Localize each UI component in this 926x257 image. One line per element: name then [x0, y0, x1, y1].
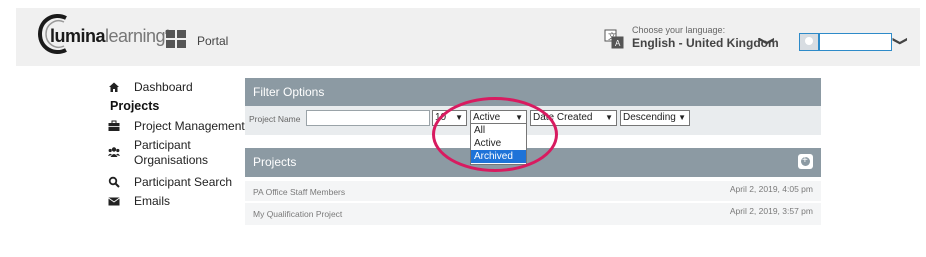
- avatar[interactable]: [799, 33, 819, 51]
- project-name-input[interactable]: [306, 110, 430, 126]
- project-name[interactable]: PA Office Staff Members: [253, 187, 345, 197]
- language-caption: Choose your language:: [632, 25, 726, 35]
- sidebar-item-label: Participant Search: [134, 175, 233, 189]
- portal-link[interactable]: Portal: [197, 34, 228, 48]
- sidebar-item-label: Project Management: [134, 119, 245, 133]
- sidebar-item-label: Dashboard: [134, 80, 193, 94]
- sidebar-item-project-management[interactable]: Project Management: [108, 119, 245, 133]
- project-name-label: Project Name: [249, 114, 301, 124]
- language-selector[interactable]: English - United Kingdom: [632, 36, 779, 50]
- projects-title: Projects: [253, 155, 297, 169]
- svg-text:A: A: [615, 39, 621, 48]
- home-icon: [109, 82, 119, 92]
- table-row[interactable]: My Qualification Project April 2, 2019, …: [245, 203, 821, 225]
- user-menu-field[interactable]: [819, 33, 892, 51]
- briefcase-icon: [108, 120, 120, 131]
- logo-text: luminalearning®: [50, 26, 170, 46]
- translate-icon[interactable]: 文 A: [604, 29, 624, 49]
- table-row[interactable]: PA Office Staff Members April 2, 2019, 4…: [245, 181, 821, 201]
- sidebar-item-participant-search[interactable]: Participant Search: [108, 175, 232, 189]
- chevron-down-icon[interactable]: ❯: [760, 36, 777, 46]
- sidebar-section-heading: Projects: [110, 99, 160, 113]
- filter-options-header: Filter Options: [245, 78, 821, 106]
- sidebar-item-participant-organisations[interactable]: Participant Organisations: [108, 138, 208, 167]
- project-date: April 2, 2019, 3:57 pm: [729, 206, 813, 216]
- sidebar-item-emails[interactable]: Emails: [108, 194, 170, 208]
- sidebar-item-dashboard[interactable]: Dashboard: [108, 80, 193, 94]
- sort-order-select[interactable]: Descending ▼: [620, 110, 690, 126]
- sidebar-item-label: Participant Organisations: [134, 138, 209, 167]
- chevron-down-icon[interactable]: ❯: [893, 36, 910, 46]
- project-date: April 2, 2019, 4:05 pm: [729, 184, 813, 194]
- add-circle-icon[interactable]: [798, 146, 813, 175]
- grid-icon[interactable]: [166, 30, 186, 48]
- search-icon: [108, 176, 120, 188]
- top-header: luminalearning® Portal 文 A Choose your l…: [16, 8, 920, 66]
- sidebar-item-label: Emails: [134, 194, 171, 208]
- project-name[interactable]: My Qualification Project: [253, 209, 342, 219]
- users-icon: [108, 147, 120, 157]
- highlight-annotation-ring: [432, 97, 558, 172]
- envelope-icon: [108, 197, 120, 206]
- lumina-logo[interactable]: luminalearning®: [36, 12, 170, 56]
